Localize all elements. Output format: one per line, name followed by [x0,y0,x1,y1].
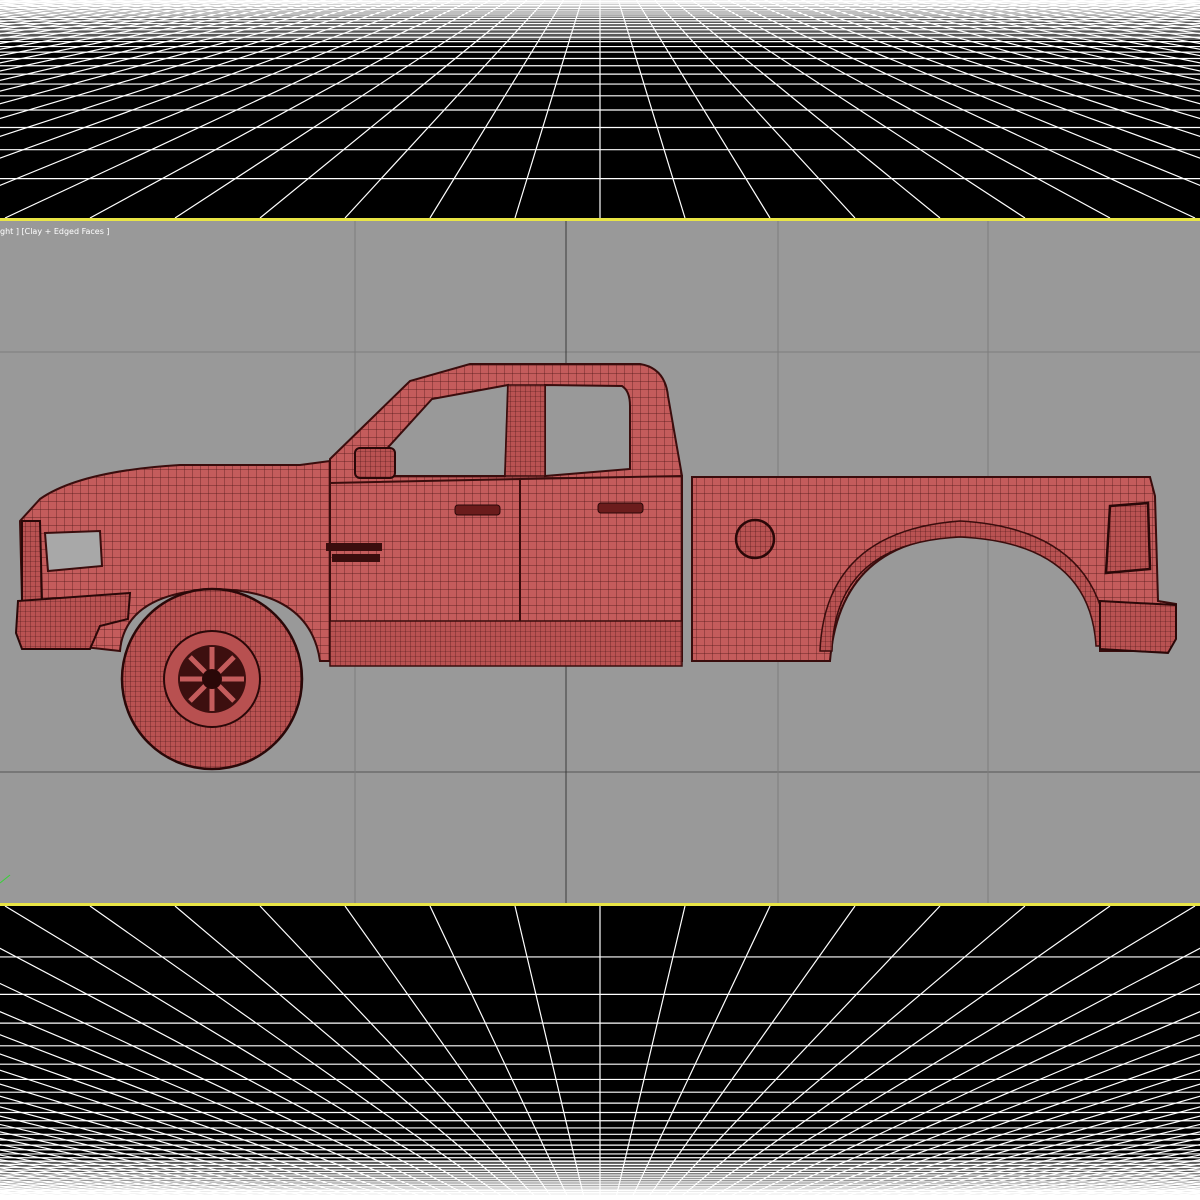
truck-model[interactable] [0,221,1200,903]
grille [21,520,44,602]
floor-grid-lines [0,0,1200,218]
front-wheel [120,587,304,771]
viewport-label[interactable]: ght ] [Clay + Edged Faces ] [0,227,110,236]
fuel-cap [734,518,776,560]
rocker-panel [329,620,683,667]
rear-window [544,383,631,478]
top-viewport-floor-grid[interactable] [0,0,1200,218]
axis-tripod-icon [0,874,11,884]
b-pillar [504,384,546,477]
floor-grid-lines [0,906,1200,1200]
side-mirror [354,447,396,479]
headlight [43,529,104,573]
rear-door-handle [597,502,644,514]
tail-light [1104,501,1152,575]
front-door-handle [454,504,501,516]
rear-bumper [1099,599,1177,655]
bottom-viewport-floor-grid[interactable] [0,906,1200,1200]
active-viewport[interactable]: ght ] [Clay + Edged Faces ] [0,218,1200,906]
